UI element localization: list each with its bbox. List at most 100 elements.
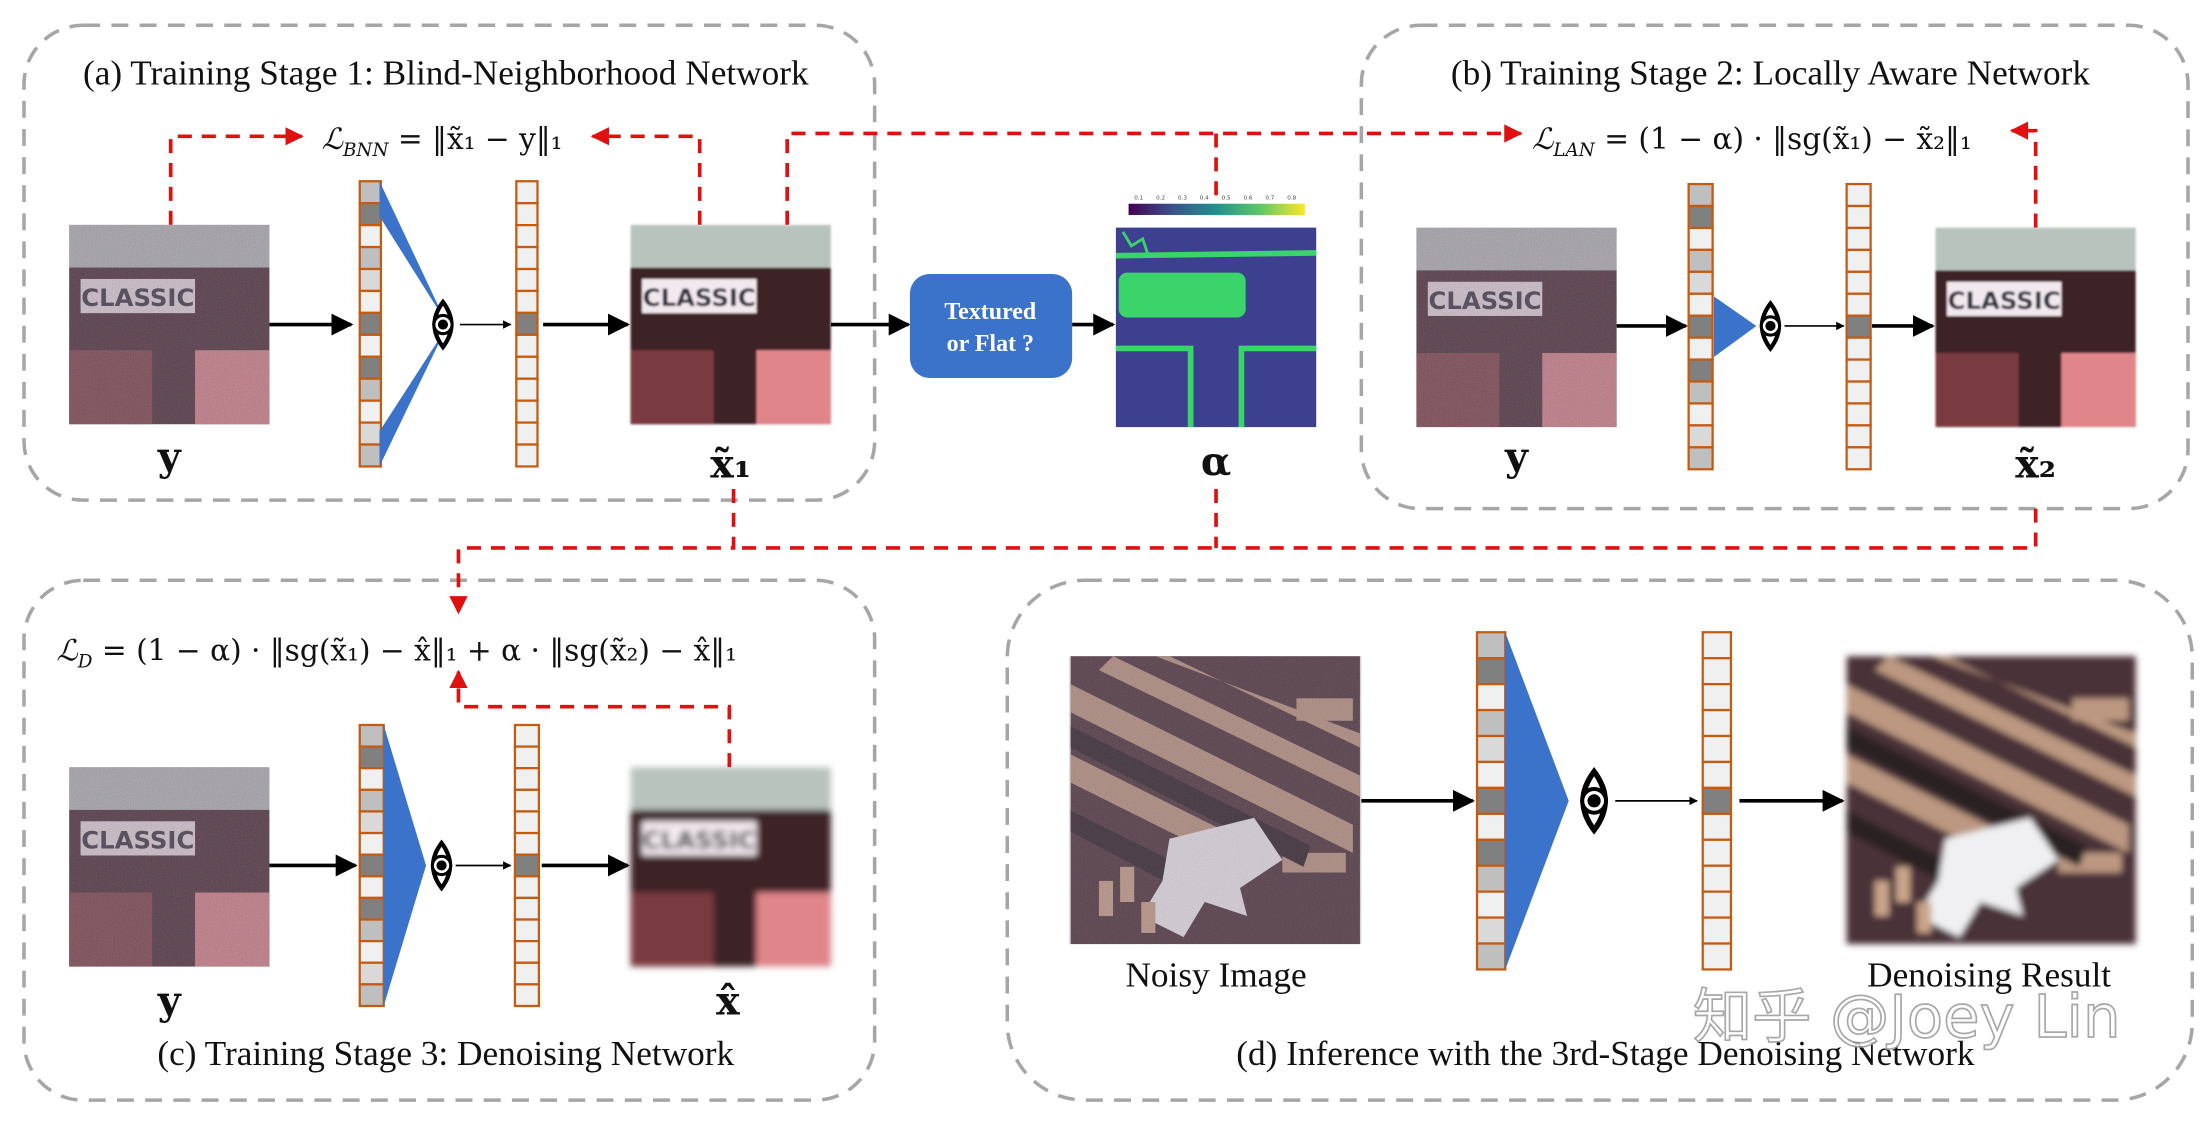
feature-cell: [358, 767, 385, 791]
svg-text:Textured: Textured: [944, 299, 1037, 325]
feature-cell: [1845, 446, 1872, 471]
feature-cell: [358, 810, 385, 835]
feature-cell: [1687, 336, 1714, 361]
feature-cell: [1687, 270, 1714, 295]
feature-cell: [358, 311, 383, 336]
feature-cell: [513, 767, 541, 791]
feature-cell: [1845, 204, 1872, 230]
input-feature-column-a: [358, 180, 383, 468]
alpha-map: [1115, 227, 1317, 428]
feature-cell: [1687, 248, 1714, 273]
feature-cell: [515, 377, 539, 402]
feature-cell: [1701, 890, 1733, 919]
feature-cell: [358, 399, 383, 424]
panel-a-caption: (a) Training Stage 1: Blind-Neighborhood…: [83, 53, 809, 92]
feature-cell: [358, 723, 385, 748]
feature-cell: [1845, 358, 1872, 383]
feature-cell: [1701, 864, 1733, 893]
feature-cell: [515, 421, 539, 446]
feature-cell: [513, 875, 541, 900]
feature-cell: [1701, 760, 1733, 790]
eye-icon: [432, 298, 454, 351]
panel-c-output-image: [630, 767, 831, 967]
receptive-cone-d: [1505, 632, 1569, 970]
colorbar-tick-label: 0.3: [1178, 196, 1187, 202]
feature-cell: [513, 940, 541, 964]
feature-cell: [515, 202, 539, 227]
feature-cell: [1701, 683, 1733, 712]
feature-cell: [515, 311, 539, 336]
feature-cell: [358, 745, 385, 770]
feature-cell: [1475, 683, 1507, 712]
feature-cell: [358, 875, 385, 900]
feature-cell: [1687, 424, 1714, 449]
feature-cell: [358, 202, 383, 227]
feature-cell: [1845, 248, 1872, 273]
input-feature-column-b: [1687, 182, 1714, 471]
feature-cell: [358, 443, 383, 468]
feature-cell: [358, 831, 385, 856]
panel-b-caption: (b) Training Stage 2: Locally Aware Netw…: [1451, 53, 2091, 92]
feature-cell: [1475, 890, 1507, 919]
feature-cell: [515, 180, 539, 205]
feature-cell: [1475, 657, 1507, 686]
feature-cell: [1845, 336, 1872, 361]
feature-cell: [1687, 402, 1714, 427]
feature-cell: [1845, 314, 1872, 339]
output-feature-column-a: [515, 180, 539, 468]
svg-text:or Flat ?: or Flat ?: [947, 331, 1034, 357]
feature-cell: [513, 918, 541, 943]
feature-cell: [515, 443, 539, 468]
textured-or-flat-decision: Textured or Flat ?: [909, 273, 1073, 378]
alpha-colorbar: 0.1 0.2 0.3 0.4 0.5 0.6 0.7 0.8: [1128, 196, 1305, 215]
panel-c-input-image: [69, 767, 270, 967]
feature-cell: [513, 745, 541, 770]
feature-cell: [1845, 182, 1872, 208]
feature-cell: [1687, 204, 1714, 230]
eye-icon: [430, 839, 453, 892]
panel-c-caption: (c) Training Stage 3: Denoising Network: [157, 1034, 734, 1073]
feature-cell: [1475, 942, 1507, 971]
feature-cell: [1701, 631, 1733, 660]
feature-cell: [1701, 838, 1733, 867]
feature-cell: [358, 224, 383, 249]
feature-cell: [1687, 226, 1714, 251]
panel-b-input-image: [1416, 227, 1617, 428]
feature-cell: [515, 245, 539, 271]
feature-cell: [1475, 734, 1507, 764]
feature-cell: [358, 267, 383, 293]
feature-cell: [1475, 864, 1507, 893]
panel-a-input-image: [69, 224, 270, 425]
feature-cell: [358, 853, 385, 878]
feature-cell: [1687, 182, 1714, 208]
label-a-input: y: [157, 435, 182, 481]
feature-cell: [358, 333, 383, 358]
feature-cell: [1475, 631, 1507, 660]
feature-cell: [515, 399, 539, 424]
feature-cell: [513, 896, 541, 921]
feature-cell: [1475, 838, 1507, 867]
label-c-output: x̂: [716, 978, 740, 1024]
output-feature-column-d: [1701, 631, 1733, 971]
label-a-output: x̃₁: [710, 442, 751, 488]
feature-cell: [358, 961, 385, 986]
panel-a-output-image: [630, 224, 831, 425]
feature-cell: [515, 289, 539, 315]
feature-cell: [1845, 292, 1872, 317]
colorbar-tick-label: 0.2: [1156, 196, 1165, 202]
feature-cell: [358, 788, 385, 813]
feature-cell: [1845, 270, 1872, 295]
loss-d-equation: ℒD = (1 − α) · ‖sg(x̃₁) − x̂‖₁ + α · ‖sg…: [56, 633, 737, 672]
feature-cell: [1701, 916, 1733, 945]
feature-cell: [358, 245, 383, 271]
feature-cell: [358, 421, 383, 446]
panel-b-output-image: [1935, 227, 2136, 428]
feature-cell: [1475, 760, 1507, 790]
feature-cell: [515, 267, 539, 293]
framework-diagram: CLASSIC (a) Training Stage 1: Bli: [22, 23, 2195, 1102]
output-feature-column-c: [513, 723, 541, 1008]
eye-icon: [1580, 767, 1609, 835]
input-feature-column-d: [1475, 631, 1507, 971]
feature-cell: [1845, 226, 1872, 251]
feature-cell: [515, 355, 539, 380]
